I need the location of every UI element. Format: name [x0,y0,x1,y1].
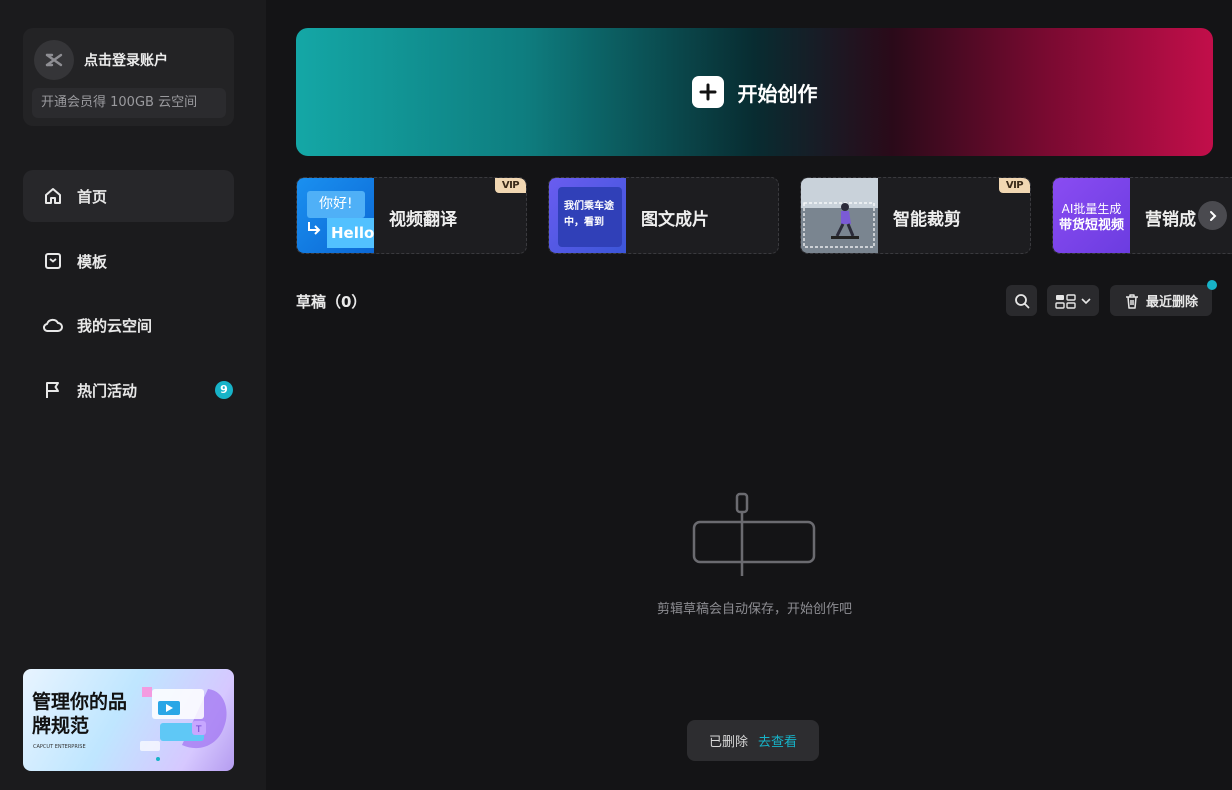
login-link[interactable]: 点击登录账户 [84,50,168,70]
tool-label: 智能裁剪 [893,210,961,230]
toast-view-link[interactable]: 去查看 [758,731,797,750]
promo-logo: CAPCUT ENTERPRISE [33,744,86,750]
recent-delete-button[interactable]: 最近删除 [1110,285,1212,316]
view-mode-dropdown[interactable] [1047,285,1099,316]
grid-view-icon [1055,293,1076,309]
nav-item-label: 热门活动 [77,381,138,400]
thumb-text: Hello [327,218,374,248]
account-card[interactable]: 点击登录账户 开通会员得 100GB 云空间 [23,28,234,126]
thumb-text: 你好! [307,191,365,218]
notification-badge: 9 [215,381,233,399]
notification-dot [1207,280,1217,290]
thumb-text: 我们乘车途中，看到 [558,187,622,247]
tool-label: 视频翻译 [389,210,457,230]
sidebar: 点击登录账户 开通会员得 100GB 云空间 首页 模板 我的云空间 热门活动 … [0,0,266,790]
tool-video-translate[interactable]: 你好! Hello 视频翻译 VIP [296,177,527,254]
promo-illustration-icon: T [140,687,227,761]
nav-item-label: 我的云空间 [77,316,153,335]
start-creating-button[interactable]: 开始创作 [296,28,1213,156]
deleted-toast: 已删除 去查看 [687,720,819,761]
tool-label: 图文成片 [641,210,709,230]
template-icon [42,250,64,272]
empty-state-container: 剪辑草稿会自动保存，开始创作吧 [0,598,1232,617]
scroll-right-button[interactable] [1198,201,1227,230]
thumb-video-translate: 你好! Hello [297,178,374,253]
toast-text: 已删除 [708,735,748,750]
flag-icon [42,379,64,401]
svg-text:T: T [195,725,202,735]
search-icon [1014,293,1029,308]
tool-label: 营销成 [1145,210,1196,230]
recent-delete-label: 最近删除 [1145,295,1198,310]
nav-item-label: 模板 [77,252,108,271]
thumb-text: 带货短视频 [1058,218,1124,233]
empty-drafts-icon [692,492,816,576]
empty-state-text: 剪辑草稿会自动保存，开始创作吧 [656,602,852,617]
nav-item-template[interactable]: 模板 [23,235,234,287]
chevron-down-icon [1081,297,1091,304]
thumb-text: AI批量生成 [1061,202,1122,216]
search-button[interactable] [1006,285,1037,316]
nav-item-cloud[interactable]: 我的云空间 [23,299,234,351]
thumb-smart-crop [801,178,878,253]
drafts-title: 草稿（0） [296,293,367,311]
hero-label: 开始创作 [737,81,818,106]
nav-item-home[interactable]: 首页 [23,170,234,222]
arrow-icon [308,222,321,235]
promo-banner[interactable]: 管理你的品牌规范 CAPCUT ENTERPRISE T [23,669,234,771]
cloud-icon [42,314,64,336]
tool-smart-crop[interactable]: 智能裁剪 VIP [800,177,1031,254]
tool-image-to-video[interactable]: 我们乘车途中，看到 图文成片 [548,177,779,254]
plus-icon [691,76,724,108]
vip-badge: VIP [495,178,526,193]
thumb-marketing: AI批量生成 带货短视频 [1053,178,1130,253]
vip-promo-button[interactable]: 开通会员得 100GB 云空间 [32,88,226,118]
promo-title: 管理你的品牌规范 [32,691,128,737]
capcut-logo-icon [45,53,63,67]
home-icon [42,185,64,207]
avatar[interactable] [34,40,74,80]
thumb-image-to-video: 我们乘车途中，看到 [549,178,626,253]
trash-icon [1125,293,1138,309]
skater-image [801,178,878,253]
chevron-right-icon [1209,210,1216,221]
vip-badge: VIP [999,178,1030,193]
nav-item-events[interactable]: 热门活动 9 [23,364,234,416]
nav-item-label: 首页 [77,187,108,206]
